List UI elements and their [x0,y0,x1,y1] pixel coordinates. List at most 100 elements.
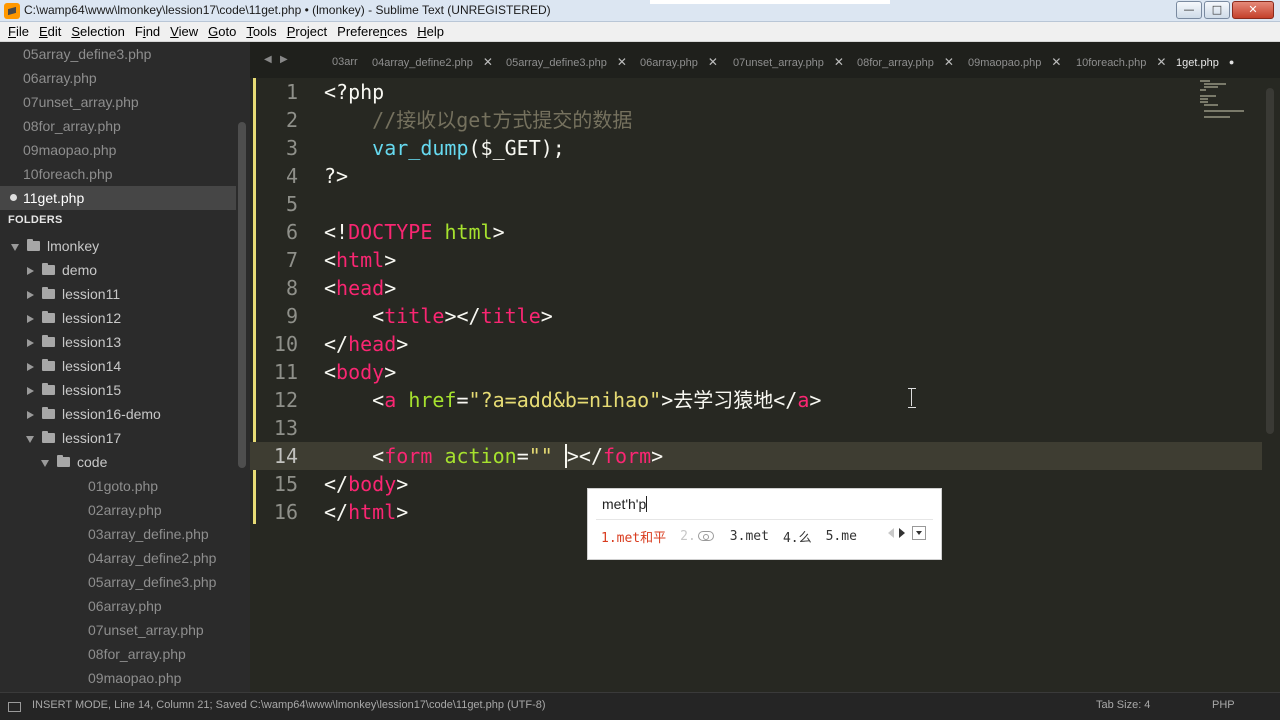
line-number: 2 [285,108,298,132]
code-line[interactable]: <body> [324,358,396,386]
code-editor[interactable]: 1 2 3 4 5 6 7 8 9 10 11 12 13 14 15 16 <… [250,78,1280,692]
line-number: 8 [285,276,298,300]
chevron-right-icon [27,411,34,420]
panel-toggle-icon[interactable] [8,702,21,712]
maximize-button[interactable]: □ [1204,1,1230,19]
tab[interactable]: 04array_define2.php ✕ [372,50,493,78]
close-tab-icon[interactable]: ✕ [1051,50,1061,74]
tab-active[interactable]: 1get.php ● [1176,50,1234,78]
tab[interactable]: 10foreach.php ✕ [1076,50,1166,78]
file-item[interactable]: 04array_define2.php [88,546,216,570]
tab[interactable]: 08for_array.php ✕ [857,50,954,78]
menu-find[interactable]: Find [130,22,165,42]
ime-candidate[interactable]: 5.me [826,529,857,544]
expand-dropdown-icon[interactable] [912,526,926,540]
menu-tools[interactable]: Tools [241,22,281,42]
unsaved-dot-icon[interactable]: ● [1229,50,1234,74]
menu-selection[interactable]: Selection [66,22,129,42]
code-line[interactable]: <head> [324,274,396,302]
menu-project[interactable]: Project [282,22,332,42]
tab-scroll-right-icon[interactable]: ▶ [280,54,288,65]
menu-file[interactable]: File [3,22,34,42]
file-item[interactable]: 09maopao.php [88,666,181,690]
open-file-item[interactable]: 07unset_array.php [23,90,139,114]
file-item[interactable]: 05array_define3.php [88,570,216,594]
ime-candidate-window[interactable]: met'h'p 1.met和平 2. 3.met 4.么 5.me [587,488,942,560]
tab[interactable]: 07unset_array.php ✕ [733,50,844,78]
open-file-item[interactable]: 08for_array.php [23,114,121,138]
chevron-right-icon [27,267,34,276]
chevron-down-icon [26,435,34,443]
folder-item[interactable]: lession14 [26,354,121,378]
code-line-current[interactable]: <form action="" ></form> [324,442,663,470]
ime-candidate[interactable]: 3.met [730,529,769,544]
next-page-icon[interactable] [899,528,905,538]
editor-scrollbar[interactable] [1266,88,1274,434]
open-file-item[interactable]: 10foreach.php [23,162,113,186]
close-tab-icon[interactable]: ✕ [708,50,718,74]
close-tab-icon[interactable]: ✕ [617,50,627,74]
sidebar-scrollbar[interactable] [238,122,246,468]
code-line[interactable]: <a href="?a=add&b=nihao">去学习猿地</a> [324,386,821,414]
folder-item[interactable]: lession16-demo [26,402,161,426]
menu-goto[interactable]: Goto [203,22,241,42]
tab[interactable]: 06array.php ✕ [640,50,718,78]
code-line[interactable]: </head> [324,330,408,358]
subfolder-item-expanded[interactable]: code [41,450,107,474]
folder-icon [57,455,70,468]
ime-candidate-cloud[interactable]: 2. [680,529,716,544]
file-item[interactable]: 07unset_array.php [88,618,204,642]
menu-edit[interactable]: Edit [34,22,66,42]
open-file-item[interactable]: 05array_define3.php [23,42,151,66]
folder-item[interactable]: demo [26,258,97,282]
open-file-item[interactable]: 09maopao.php [23,138,116,162]
close-tab-icon[interactable]: ✕ [1156,50,1166,74]
sublime-text-icon [4,3,20,19]
unsaved-dot-icon[interactable] [10,194,17,201]
folder-item[interactable]: lession15 [26,378,121,402]
close-tab-icon[interactable]: ✕ [483,50,493,74]
ime-candidate[interactable]: 4.么 [783,527,812,546]
tab[interactable]: 05array_define3.php ✕ [506,50,627,78]
code-line[interactable]: <html> [324,246,396,274]
file-item[interactable]: 01goto.php [88,474,158,498]
code-line[interactable]: </html> [324,498,408,526]
menu-help[interactable]: Help [412,22,449,42]
ime-candidate-selected[interactable]: 1.met和平 [601,527,666,546]
syntax-indicator[interactable]: PHP [1212,699,1235,711]
code-line[interactable]: <title></title> [324,302,553,330]
folder-item[interactable]: lession11 [26,282,120,306]
code-line[interactable]: //接收以get方式提交的数据 [324,106,632,134]
close-tab-icon[interactable]: ✕ [944,50,954,74]
code-line[interactable]: var_dump($_GET); [324,134,565,162]
menu-view[interactable]: View [165,22,203,42]
line-number-current: 14 [273,444,298,468]
folder-root[interactable]: lmonkey [11,234,99,258]
minimap[interactable] [1200,78,1244,118]
tab-scroll-left-icon[interactable]: ◀ [264,54,272,65]
code-line[interactable]: ?> [324,162,348,190]
file-item[interactable]: 02array.php [88,498,162,522]
minimize-button[interactable]: — [1176,1,1202,19]
open-file-item-active[interactable]: 11get.php [23,186,84,210]
tab-size-indicator[interactable]: Tab Size: 4 [1096,699,1150,711]
file-item[interactable]: 03array_define.php [88,522,209,546]
menu-preferences[interactable]: Preferences [332,22,412,42]
code-line[interactable]: <!DOCTYPE html> [324,218,505,246]
line-number: 15 [273,472,298,496]
close-tab-icon[interactable]: ✕ [834,50,844,74]
open-file-item[interactable]: 06array.php [23,66,97,90]
folder-item[interactable]: lession12 [26,306,121,330]
tab[interactable]: 03arr [332,50,358,78]
close-button[interactable]: ✕ [1232,1,1274,19]
code-line[interactable]: </body> [324,470,408,498]
file-item[interactable]: 08for_array.php [88,642,186,666]
prev-page-icon[interactable] [888,528,894,538]
line-number: 3 [285,136,298,160]
folder-item-expanded[interactable]: lession17 [26,426,121,450]
window-title-bar[interactable]: C:\wamp64\www\lmonkey\lession17\code\11g… [0,0,1280,22]
file-item[interactable]: 06array.php [88,594,162,618]
code-line[interactable]: <?php [324,78,384,106]
folder-item[interactable]: lession13 [26,330,121,354]
tab[interactable]: 09maopao.php ✕ [968,50,1061,78]
